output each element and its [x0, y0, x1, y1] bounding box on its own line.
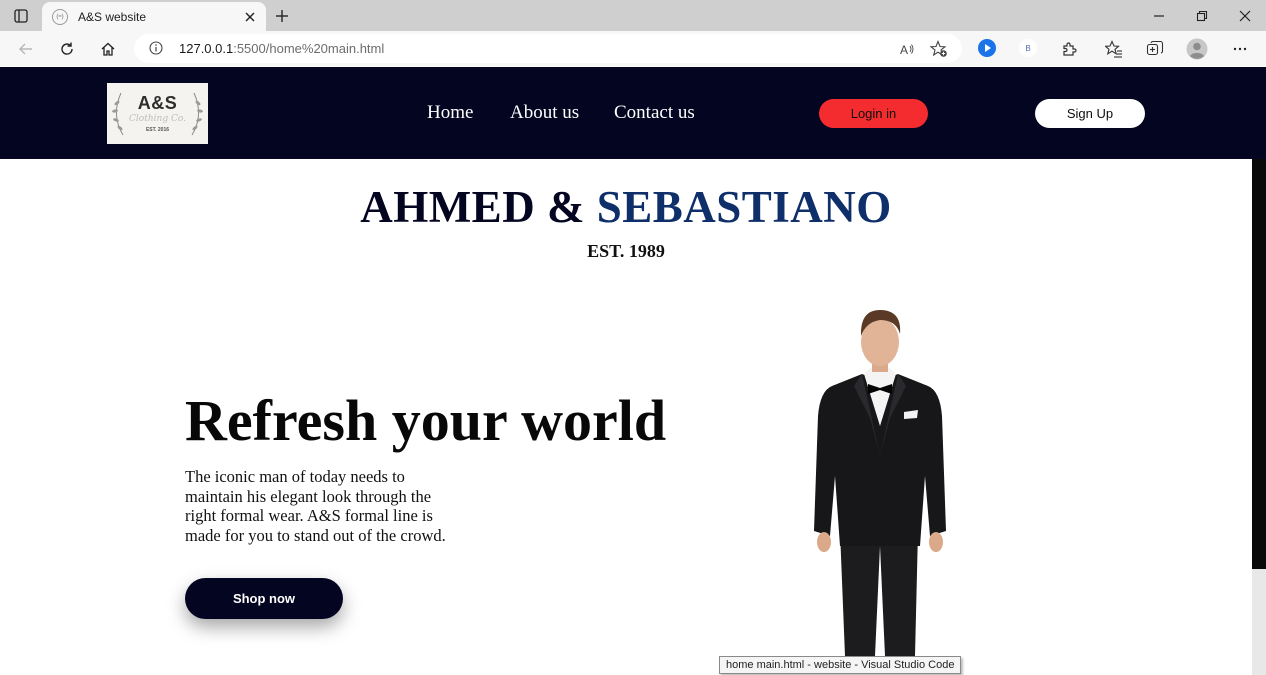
browser-tab-bar: (≈) A&S website — [0, 0, 1266, 31]
refresh-icon — [61, 42, 73, 55]
refresh-button[interactable] — [55, 37, 79, 61]
extension-b-icon[interactable]: B — [1019, 39, 1037, 57]
page-scrollbar[interactable] — [1252, 159, 1266, 675]
minimize-icon — [1154, 15, 1164, 17]
add-favorite-icon[interactable] — [928, 38, 950, 60]
address-bar[interactable]: 127.0.0.1:5500/home%20main.html A — [134, 34, 962, 63]
close-icon — [245, 12, 255, 21]
close-window-button[interactable] — [1225, 4, 1265, 28]
profile-button[interactable] — [1185, 37, 1209, 61]
plus-icon — [276, 10, 288, 22]
url-text[interactable]: 127.0.0.1:5500/home%20main.html — [179, 41, 384, 56]
hero-title: Refresh your world — [185, 388, 667, 453]
hero-description: The iconic man of today needs to maintai… — [185, 467, 446, 545]
close-icon — [1239, 10, 1251, 22]
scrollbar-thumb[interactable] — [1252, 159, 1266, 569]
logo-est-text: EST. 2016 — [145, 127, 170, 133]
nav-about-link[interactable]: About us — [510, 102, 579, 124]
new-tab-button[interactable] — [272, 6, 292, 26]
read-aloud-icon[interactable]: A — [896, 38, 918, 60]
collections-icon — [1146, 40, 1164, 56]
back-button[interactable] — [14, 37, 38, 61]
puzzle-icon — [1063, 42, 1077, 56]
taskbar-tooltip: home main.html - website - Visual Studio… — [719, 656, 962, 674]
nav-home-link[interactable]: Home — [427, 102, 473, 124]
site-info-icon[interactable] — [148, 40, 164, 56]
extension-blue-icon[interactable] — [978, 39, 996, 57]
brand-established: EST. 1989 — [587, 241, 665, 261]
shop-now-button[interactable]: Shop now — [185, 578, 343, 619]
browser-toolbar: 127.0.0.1:5500/home%20main.html A B — [0, 31, 1266, 66]
tab-close-button[interactable] — [240, 7, 260, 27]
more-options-button[interactable] — [1228, 37, 1252, 61]
model-tuxedo-image — [814, 310, 946, 656]
site-navbar: A&S Clothing Co. EST. 2016 Home About us… — [0, 67, 1266, 159]
restore-icon — [1196, 10, 1208, 22]
login-button[interactable]: Login in — [819, 99, 928, 128]
tab-actions-icon — [14, 9, 28, 23]
avatar-icon — [1186, 38, 1208, 60]
svg-text:A: A — [900, 43, 908, 57]
url-host: 127.0.0.1 — [179, 41, 234, 56]
favorites-icon — [1105, 40, 1122, 58]
site-logo[interactable]: A&S Clothing Co. EST. 2016 — [107, 83, 208, 144]
collections-button[interactable] — [1143, 37, 1167, 61]
more-icon — [1233, 47, 1247, 51]
minimize-button[interactable] — [1139, 4, 1179, 28]
url-path: :5500/home%20main.html — [233, 41, 385, 56]
arrow-left-icon — [19, 43, 32, 55]
site-favicon-icon: (≈) — [52, 8, 68, 25]
nav-contact-link[interactable]: Contact us — [614, 102, 695, 124]
restore-button[interactable] — [1182, 4, 1222, 28]
home-icon — [101, 42, 115, 56]
logo-main-text: A&S — [137, 93, 178, 113]
brand-name-part2: SEBASTIANO — [596, 182, 892, 232]
brand-name-part1: AHMED & — [360, 182, 597, 232]
favorites-button[interactable] — [1102, 37, 1126, 61]
brand-heading: AHMED & SEBASTIANO — [0, 181, 1252, 233]
home-button[interactable] — [96, 37, 120, 61]
tab-actions-button[interactable] — [12, 7, 30, 25]
tab-title: A&S website — [78, 9, 147, 24]
signup-button[interactable]: Sign Up — [1035, 99, 1145, 128]
browser-tab-active[interactable]: (≈) A&S website — [42, 2, 266, 31]
logo-sub-text: Clothing Co. — [129, 114, 186, 124]
extensions-button[interactable] — [1057, 37, 1081, 61]
